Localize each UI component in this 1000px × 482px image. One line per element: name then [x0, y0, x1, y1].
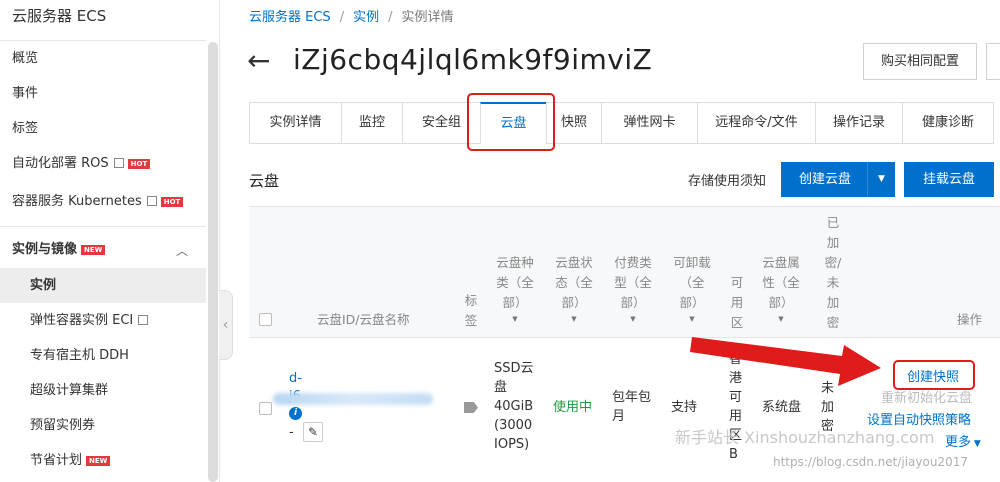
sidebar-item-ros[interactable]: 自动化部署 ROS HOT: [12, 154, 151, 174]
sidebar: 云服务器 ECS 概览 事件 标签 自动化部署 ROS HOT 容器服务 Kube…: [0, 0, 220, 482]
watermark-site: 新手站长 Xinshouzhanzhang.com: [675, 428, 935, 447]
sidebar-item-ddh[interactable]: 专有宿主机 DDH: [30, 346, 129, 366]
sidebar-item-tags[interactable]: 标签: [12, 119, 38, 139]
sidebar-scrollbar[interactable]: [208, 42, 218, 482]
sidebar-item-instances[interactable]: 实例: [30, 276, 56, 296]
hot-badge: HOT: [127, 158, 151, 169]
chevron-up-icon[interactable]: ︿: [176, 242, 188, 259]
sidebar-item-events[interactable]: 事件: [12, 84, 38, 104]
sidebar-collapse-handle[interactable]: ‹: [219, 290, 233, 360]
sidebar-item-eci[interactable]: 弹性容器实例 ECI: [30, 311, 149, 331]
sidebar-item-label: 弹性容器实例 ECI: [30, 313, 134, 328]
sidebar-title: 云服务器 ECS: [12, 7, 107, 25]
external-link-icon: [146, 195, 157, 206]
sidebar-item-label: 容器服务 Kubernetes: [12, 194, 142, 209]
external-link-icon: [138, 314, 149, 325]
sidebar-divider: [0, 40, 206, 41]
sidebar-item-savings-plan[interactable]: 节省计划 NEW: [30, 451, 111, 471]
new-badge: NEW: [81, 244, 106, 255]
annotation-arrow: [690, 337, 881, 386]
sidebar-divider: [0, 226, 206, 227]
sidebar-group-instances-images[interactable]: 实例与镜像 NEW: [12, 240, 106, 260]
hot-badge: HOT: [160, 196, 184, 207]
arrow-shape: [690, 337, 881, 386]
sidebar-item-label: 节省计划: [30, 453, 83, 468]
sidebar-item-overview[interactable]: 概览: [12, 49, 38, 69]
watermark-url: https://blog.csdn.net/jiayou2017: [773, 455, 968, 469]
external-link-icon: [113, 157, 124, 168]
new-badge: NEW: [86, 455, 111, 466]
sidebar-group-label: 实例与镜像: [12, 242, 78, 257]
main-content: 云服务器 ECS / 实例 / 实例详情 ← iZj6cbq4jlql6mk9f9imv…: [235, 0, 1000, 482]
sidebar-item-reserved[interactable]: 预留实例券: [30, 416, 95, 436]
sidebar-item-scc[interactable]: 超级计算集群: [30, 381, 108, 401]
sidebar-item-label: 自动化部署 ROS: [12, 156, 109, 171]
sidebar-item-kubernetes[interactable]: 容器服务 Kubernetes HOT: [12, 192, 184, 212]
